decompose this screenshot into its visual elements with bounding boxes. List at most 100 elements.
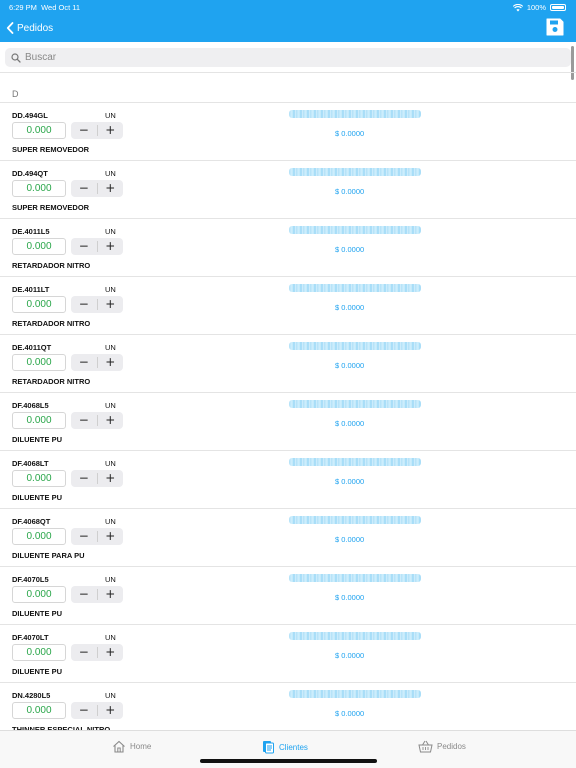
increment-button[interactable]: + bbox=[98, 528, 124, 545]
tab-pedidos[interactable]: Pedidos bbox=[418, 740, 466, 753]
product-unit: UN bbox=[105, 401, 116, 410]
product-unit: UN bbox=[105, 633, 116, 642]
decrement-button[interactable]: − bbox=[71, 702, 97, 719]
quantity-field[interactable]: 0.000 bbox=[12, 180, 66, 197]
basket-icon bbox=[418, 740, 433, 753]
product-code: DD.494QT bbox=[12, 169, 48, 178]
quantity-stepper: − + bbox=[71, 180, 123, 197]
redacted-text bbox=[289, 342, 421, 350]
product-unit: UN bbox=[105, 169, 116, 178]
decrement-button[interactable]: − bbox=[71, 296, 97, 313]
quantity-field[interactable]: 0.000 bbox=[12, 296, 66, 313]
search-input[interactable] bbox=[25, 52, 545, 63]
product-row: DF.4068QT UN 0.000− + $ 0.0000 DILUENTE PARA … bbox=[0, 509, 576, 567]
redacted-text bbox=[289, 516, 421, 524]
quantity-stepper: − + bbox=[71, 354, 123, 371]
quantity-field[interactable]: 0.000 bbox=[12, 702, 66, 719]
product-row: DD.494GL UN 0.000− + $ 0.0000 SUPER REMOVEDOR bbox=[0, 103, 576, 161]
product-row: DF.4070L5 UN 0.000− + $ 0.0000 DILUENTE PU bbox=[0, 567, 576, 625]
section-header-label: D bbox=[12, 89, 19, 99]
quantity-field[interactable]: 0.000 bbox=[12, 354, 66, 371]
quantity-field[interactable]: 0.000 bbox=[12, 412, 66, 429]
redacted-text bbox=[289, 400, 421, 408]
status-date: Wed Oct 11 bbox=[41, 3, 81, 12]
battery-icon bbox=[550, 4, 566, 11]
increment-button[interactable]: + bbox=[98, 644, 124, 661]
quantity-stepper: − + bbox=[71, 644, 123, 661]
product-price: $ 0.0000 bbox=[335, 303, 365, 312]
product-unit: UN bbox=[105, 575, 116, 584]
redacted-text bbox=[289, 168, 421, 176]
tab-clientes-label: Clientes bbox=[279, 742, 308, 752]
quantity-stepper: − + bbox=[71, 470, 123, 487]
quantity-field[interactable]: 0.000 bbox=[12, 122, 66, 139]
quantity-stepper: − + bbox=[71, 296, 123, 313]
increment-button[interactable]: + bbox=[98, 122, 124, 139]
product-unit: UN bbox=[105, 343, 116, 352]
product-row: DN.4280L5 UN 0.000− + $ 0.0000 THINNER ESPECI… bbox=[0, 683, 576, 730]
save-icon[interactable] bbox=[545, 17, 565, 37]
product-row: DF.4068LT UN 0.000− + $ 0.0000 DILUENTE PU bbox=[0, 451, 576, 509]
quantity-stepper: − + bbox=[71, 528, 123, 545]
tab-pedidos-label: Pedidos bbox=[437, 742, 466, 751]
decrement-button[interactable]: − bbox=[71, 528, 97, 545]
chevron-left-icon bbox=[6, 22, 14, 34]
redacted-text bbox=[289, 690, 421, 698]
tab-home[interactable]: Home bbox=[112, 740, 151, 753]
product-price: $ 0.0000 bbox=[335, 419, 365, 428]
product-description: SUPER REMOVEDOR bbox=[12, 203, 90, 212]
product-code: DE.4011L5 bbox=[12, 227, 50, 236]
decrement-button[interactable]: − bbox=[71, 180, 97, 197]
product-row: DF.4070LT UN 0.000− + $ 0.0000 DILUENTE PU bbox=[0, 625, 576, 683]
product-price: $ 0.0000 bbox=[335, 245, 365, 254]
increment-button[interactable]: + bbox=[98, 412, 124, 429]
increment-button[interactable]: + bbox=[98, 702, 124, 719]
product-row: DE.4011L5 UN 0.000− + $ 0.0000 RETARDADOR NIT… bbox=[0, 219, 576, 277]
product-list: D DD.494GL UN 0.000− + $ 0.0000 SUPER REMOVED… bbox=[0, 72, 576, 730]
redacted-text bbox=[289, 226, 421, 234]
quantity-field[interactable]: 0.000 bbox=[12, 238, 66, 255]
product-code: DD.494GL bbox=[12, 111, 48, 120]
back-button-label: Pedidos bbox=[17, 22, 54, 34]
increment-button[interactable]: + bbox=[98, 354, 124, 371]
home-indicator bbox=[200, 759, 377, 763]
product-code: DN.4280L5 bbox=[12, 691, 51, 700]
product-code: DF.4070LT bbox=[12, 633, 49, 642]
quantity-field[interactable]: 0.000 bbox=[12, 528, 66, 545]
product-row: DE.4011QT UN 0.000− + $ 0.0000 RETARDADOR NIT… bbox=[0, 335, 576, 393]
tab-clientes[interactable]: Clientes bbox=[262, 740, 308, 754]
product-unit: UN bbox=[105, 459, 116, 468]
product-code: DE.4011LT bbox=[12, 285, 50, 294]
product-description: DILUENTE PU bbox=[12, 435, 63, 444]
decrement-button[interactable]: − bbox=[71, 412, 97, 429]
battery-percent: 100% bbox=[526, 3, 546, 12]
navigation-bar: 6:29 PM Wed Oct 11 100% Pedidos bbox=[0, 0, 576, 42]
product-description: DILUENTE PU bbox=[12, 667, 63, 676]
back-button[interactable]: Pedidos bbox=[6, 21, 53, 35]
quantity-field[interactable]: 0.000 bbox=[12, 644, 66, 661]
search-area bbox=[0, 42, 576, 72]
decrement-button[interactable]: − bbox=[71, 354, 97, 371]
quantity-field[interactable]: 0.000 bbox=[12, 586, 66, 603]
decrement-button[interactable]: − bbox=[71, 586, 97, 603]
product-price: $ 0.0000 bbox=[335, 651, 365, 660]
product-row: DD.494QT UN 0.000− + $ 0.0000 SUPER REMOVEDOR bbox=[0, 161, 576, 219]
decrement-button[interactable]: − bbox=[71, 238, 97, 255]
decrement-button[interactable]: − bbox=[71, 122, 97, 139]
quantity-field[interactable]: 0.000 bbox=[12, 470, 66, 487]
product-price: $ 0.0000 bbox=[335, 477, 365, 486]
section-header: D bbox=[0, 73, 576, 103]
product-unit: UN bbox=[105, 111, 116, 120]
wifi-icon bbox=[512, 3, 523, 11]
decrement-button[interactable]: − bbox=[71, 470, 97, 487]
decrement-button[interactable]: − bbox=[71, 644, 97, 661]
product-price: $ 0.0000 bbox=[335, 361, 365, 370]
increment-button[interactable]: + bbox=[98, 586, 124, 603]
product-code: DE.4011QT bbox=[12, 343, 52, 352]
search-bar[interactable] bbox=[5, 48, 571, 67]
search-icon bbox=[11, 52, 21, 63]
increment-button[interactable]: + bbox=[98, 470, 124, 487]
increment-button[interactable]: + bbox=[98, 238, 124, 255]
increment-button[interactable]: + bbox=[98, 180, 124, 197]
increment-button[interactable]: + bbox=[98, 296, 124, 313]
